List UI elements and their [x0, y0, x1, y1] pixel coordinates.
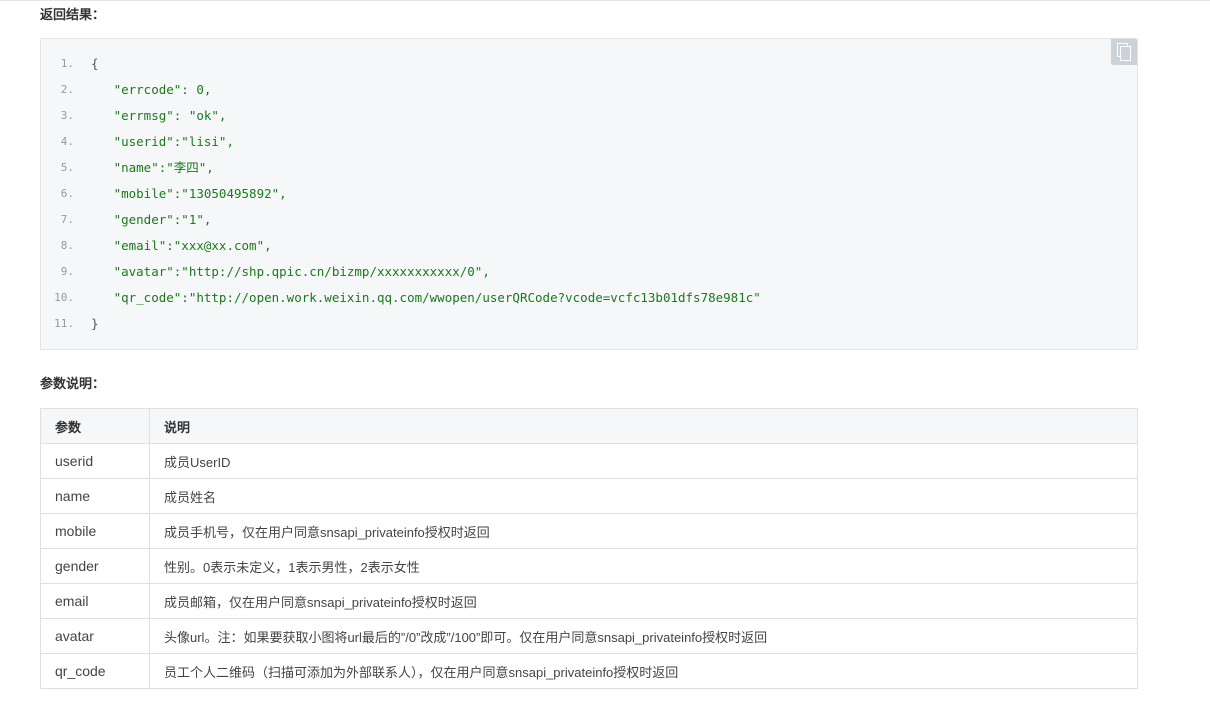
param-description: 成员姓名	[149, 478, 1138, 514]
table-row: userid 成员UserID	[40, 443, 1138, 479]
table-row: name 成员姓名	[40, 478, 1138, 514]
code-text: "avatar":"http://shp.qpic.cn/bizmp/xxxxx…	[91, 264, 490, 279]
line-number: 3.	[60, 109, 74, 122]
code-text: "email":"xxx@xx.com",	[91, 238, 272, 253]
code-line: 2. "errcode": 0,	[41, 77, 1137, 103]
param-description: 头像url。注：如果要获取小图将url最后的”/0”改成”/100”即可。仅在用…	[149, 618, 1138, 654]
code-text: "gender":"1",	[91, 212, 212, 227]
code-text: "mobile":"13050495892",	[91, 186, 287, 201]
param-description: 成员手机号，仅在用户同意snsapi_privateinfo授权时返回	[149, 513, 1138, 549]
param-name: qr_code	[40, 653, 150, 689]
code-line: 3. "errmsg": "ok",	[41, 103, 1137, 129]
params-table: 参数 说明 userid 成员UserID name 成员姓名 mobile 成…	[40, 408, 1138, 689]
line-number: 10.	[54, 291, 74, 304]
param-name: name	[40, 478, 150, 514]
line-number: 7.	[60, 213, 74, 226]
line-number: 8.	[60, 239, 74, 252]
code-line: 11.}	[41, 311, 1137, 337]
table-row: email 成员邮箱，仅在用户同意snsapi_privateinfo授权时返回	[40, 583, 1138, 619]
table-row: qr_code 员工个人二维码（扫描可添加为外部联系人），仅在用户同意snsap…	[40, 653, 1138, 689]
param-name: email	[40, 583, 150, 619]
top-divider	[0, 0, 1210, 1]
table-row: avatar 头像url。注：如果要获取小图将url最后的”/0”改成”/100…	[40, 618, 1138, 654]
param-name: userid	[40, 443, 150, 479]
header-param: 参数	[40, 408, 150, 444]
result-section-title: 返回结果：	[40, 8, 106, 23]
header-description: 说明	[149, 408, 1138, 444]
param-name: avatar	[40, 618, 150, 654]
code-text: "errmsg": "ok",	[91, 108, 227, 123]
code-text: {	[91, 56, 99, 71]
line-number: 2.	[60, 83, 74, 96]
line-number: 11.	[54, 317, 74, 330]
table-header-row: 参数 说明	[40, 408, 1138, 444]
code-block: 1.{ 2. "errcode": 0, 3. "errmsg": "ok", …	[40, 38, 1138, 350]
table-row: gender 性别。0表示未定义，1表示男性，2表示女性	[40, 548, 1138, 584]
code-text: "userid":"lisi",	[91, 134, 234, 149]
code-text: }	[91, 316, 99, 331]
param-description: 员工个人二维码（扫描可添加为外部联系人），仅在用户同意snsapi_privat…	[149, 653, 1138, 689]
code-line: 6. "mobile":"13050495892",	[41, 181, 1137, 207]
line-number: 5.	[60, 161, 74, 174]
param-description: 性别。0表示未定义，1表示男性，2表示女性	[149, 548, 1138, 584]
code-line: 1. {	[41, 51, 1137, 77]
code-text: "qr_code":"http://open.work.weixin.qq.co…	[91, 290, 761, 305]
param-description: 成员邮箱，仅在用户同意snsapi_privateinfo授权时返回	[149, 583, 1138, 619]
line-number: 1.	[60, 57, 74, 70]
code-line: 4. "userid":"lisi",	[41, 129, 1137, 155]
code-text: "errcode": 0,	[91, 82, 212, 97]
line-number: 9.	[60, 265, 74, 278]
code-line: 7. "gender":"1",	[41, 207, 1137, 233]
code-line: 8. "email":"xxx@xx.com",	[41, 233, 1137, 259]
params-section-title: 参数说明：	[40, 377, 106, 392]
line-number: 6.	[60, 187, 74, 200]
code-line: 10. "qr_code":"http://open.work.weixin.q…	[41, 285, 1137, 311]
param-description: 成员UserID	[149, 443, 1138, 479]
code-lines: 1.{ 2. "errcode": 0, 3. "errmsg": "ok", …	[41, 51, 1137, 337]
code-text: "name":"李四",	[91, 160, 214, 175]
code-line: 5. "name":"李四",	[41, 155, 1137, 181]
param-name: gender	[40, 548, 150, 584]
table-row: mobile 成员手机号，仅在用户同意snsapi_privateinfo授权时…	[40, 513, 1138, 549]
code-line: 9. "avatar":"http://shp.qpic.cn/bizmp/xx…	[41, 259, 1137, 285]
param-name: mobile	[40, 513, 150, 549]
line-number: 4.	[60, 135, 74, 148]
